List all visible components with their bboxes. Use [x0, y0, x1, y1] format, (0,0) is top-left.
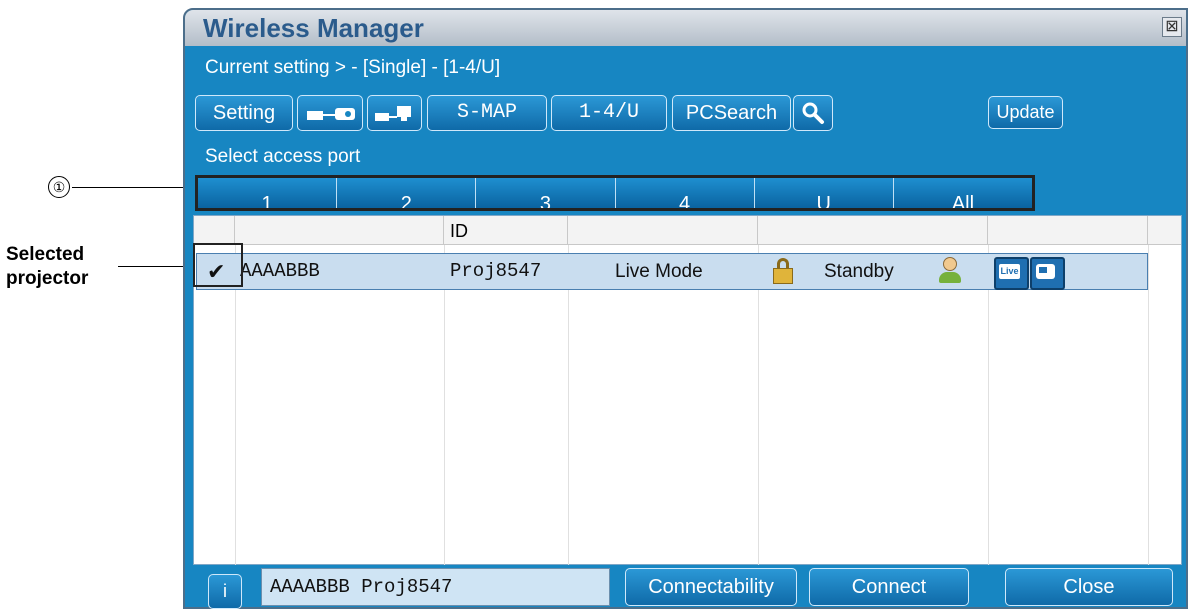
search-button[interactable] [793, 95, 833, 131]
window-title: Wireless Manager [203, 13, 424, 43]
network-pc-button[interactable] [367, 95, 422, 131]
select-access-port-label: Select access port [205, 146, 361, 167]
wireless-manager-window: Wireless Manager ⊠ Current setting > - [… [183, 8, 1188, 609]
selected-row-marker [193, 243, 243, 287]
user-icon [939, 257, 961, 285]
access-port-tabs: 1 2 3 4 U All [195, 175, 1035, 211]
row-mode: Live Mode [615, 261, 703, 282]
info-button[interactable]: i [208, 574, 242, 609]
table-row[interactable]: ✔ AAAABBB Proj8547 Live Mode Standby Liv… [196, 253, 1148, 290]
column-header-mode[interactable] [568, 216, 758, 245]
table-header: ID [194, 216, 1181, 245]
selected-projector-callout: Selected projector [6, 244, 89, 289]
port-tab-3[interactable]: 3 [476, 178, 616, 208]
current-setting-text: Current setting > - [Single] - [1-4/U] [205, 57, 501, 78]
connect-button[interactable]: Connect [809, 568, 969, 606]
title-bar: Wireless Manager ⊠ [185, 10, 1186, 46]
port-tab-u[interactable]: U [754, 178, 894, 208]
one-four-u-button[interactable]: 1-4/U [551, 95, 667, 131]
port-tab-4[interactable]: 4 [615, 178, 755, 208]
column-header-name[interactable] [235, 216, 444, 245]
port-tab-2[interactable]: 2 [337, 178, 477, 208]
column-header-id[interactable]: ID [444, 216, 568, 245]
row-id: Proj8547 [450, 260, 542, 282]
projector-table: ID ✔ AAAABBB Proj8547 Live Mode Standby [193, 215, 1182, 565]
setting-button[interactable]: Setting [195, 95, 293, 131]
column-header-actions[interactable] [988, 216, 1148, 245]
callout-line-1 [72, 187, 193, 188]
network-projector-button[interactable] [297, 95, 363, 131]
column-header-check[interactable] [194, 216, 235, 245]
search-icon [802, 102, 824, 124]
network-projector-icon [307, 106, 355, 122]
row-status: Standby [824, 261, 894, 282]
close-icon[interactable]: ⊠ [1162, 17, 1182, 37]
column-header-status[interactable] [758, 216, 988, 245]
window-icon[interactable] [1030, 257, 1065, 290]
connectability-button[interactable]: Connectability [625, 568, 797, 606]
port-tab-all[interactable]: All [893, 178, 1033, 208]
row-name: AAAABBB [240, 260, 320, 282]
port-tab-1[interactable]: 1 [198, 178, 338, 208]
callout-marker-1: ① [48, 176, 70, 198]
selected-projector-field: AAAABBB Proj8547 [261, 568, 610, 606]
pcsearch-button[interactable]: PCSearch [672, 95, 791, 131]
network-pc-icon [375, 104, 415, 124]
smap-button[interactable]: S-MAP [427, 95, 547, 131]
update-button[interactable]: Update [988, 96, 1063, 129]
close-button[interactable]: Close [1005, 568, 1173, 606]
live-icon[interactable]: Live [994, 257, 1029, 290]
lock-icon [773, 258, 793, 284]
